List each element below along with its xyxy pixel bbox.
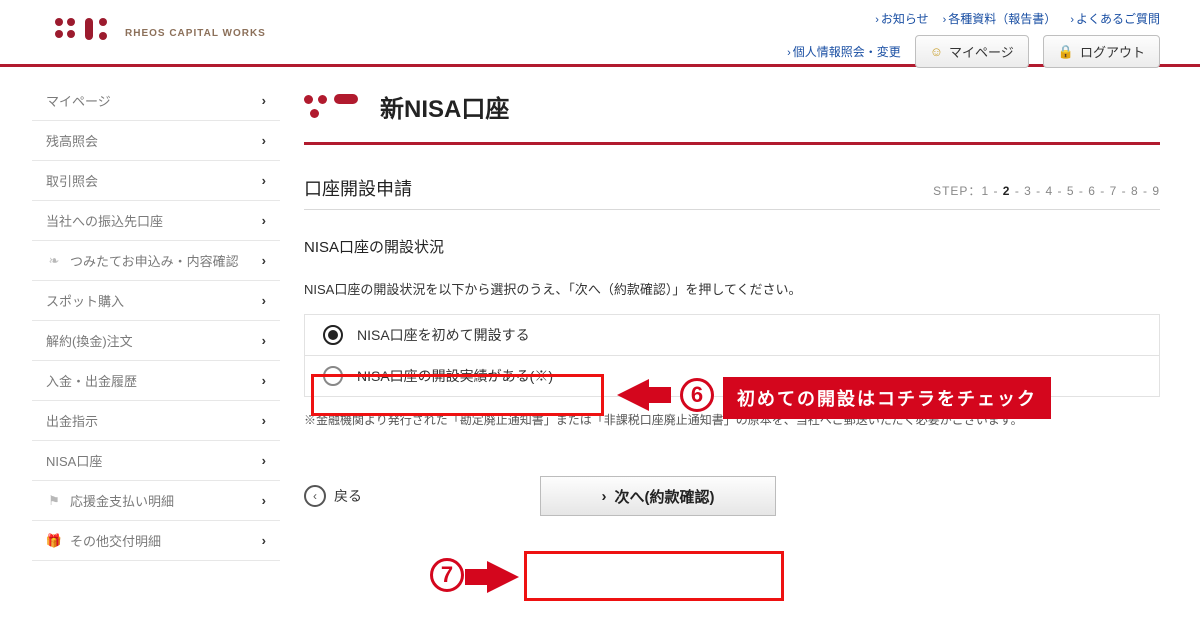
chevron-right-icon: › xyxy=(262,533,266,548)
header-links: ›お知らせ ›各種資料（報告書） ›よくあるご質問 ›個人情報照会・変更 ☺ マ… xyxy=(787,10,1160,68)
back-icon: ‹ xyxy=(304,485,326,507)
title-underline xyxy=(304,142,1160,145)
sidebar-item-redemption[interactable]: 解約(換金)注文› xyxy=(32,321,280,361)
section-heading: NISA口座の開設状況 xyxy=(304,236,1160,257)
sidebar-item-nisa[interactable]: NISA口座› xyxy=(32,441,280,481)
title-ornament xyxy=(304,93,360,121)
logout-button[interactable]: 🔒 ログアウト xyxy=(1043,35,1160,68)
sidebar-item-support-payments[interactable]: ⚑応援金支払い明細› xyxy=(32,481,280,521)
sidebar-item-deposit-history[interactable]: 入金・出金履歴› xyxy=(32,361,280,401)
chevron-right-icon: › xyxy=(262,373,266,388)
sprout-icon: ❧ xyxy=(46,253,62,269)
brand-name: RHEOS CAPITAL WORKS xyxy=(125,28,266,39)
sidebar-item-tsumitate[interactable]: ❧つみたてお申込み・内容確認› xyxy=(32,241,280,281)
sidebar-item-other-details[interactable]: 🎁その他交付明細› xyxy=(32,521,280,561)
sidebar-item-mypage[interactable]: マイページ› xyxy=(32,81,280,121)
annotation-highlight-option1 xyxy=(311,374,604,416)
annotation-arrow-6 xyxy=(617,379,649,411)
annotation-highlight-next xyxy=(524,551,784,601)
mypage-button[interactable]: ☺ マイページ xyxy=(915,35,1029,68)
page-title: 新NISA口座 xyxy=(380,89,509,124)
lock-icon: 🔒 xyxy=(1058,44,1074,60)
annotation-label-6: 初めての開設はコチラをチェック xyxy=(723,377,1051,419)
radio-option-first-time[interactable]: NISA口座を初めて開設する xyxy=(305,315,1159,355)
section-lead: NISA口座の開設状況を以下から選択のうえ、「次へ（約款確認）」を押してください… xyxy=(304,279,1160,298)
sidebar: マイページ› 残高照会› 取引照会› 当社への振込先口座› ❧つみたてお申込み・… xyxy=(32,67,280,561)
chevron-right-icon: › xyxy=(262,493,266,508)
link-news[interactable]: ›お知らせ xyxy=(875,10,928,27)
chevron-right-icon: › xyxy=(262,133,266,148)
radio-icon xyxy=(323,325,343,345)
sidebar-item-transactions[interactable]: 取引照会› xyxy=(32,161,280,201)
gift-icon: 🎁 xyxy=(46,533,62,549)
flag-icon: ⚑ xyxy=(46,493,62,509)
user-icon: ☺ xyxy=(930,44,943,59)
form-actions: ‹ 戻る › 次へ(約款確認) xyxy=(304,476,1160,516)
step-indicator: STEP：1 - 2 - 3 - 4 - 5 - 6 - 7 - 8 - 9 xyxy=(933,182,1160,199)
annotation-number-6: 6 xyxy=(680,378,714,412)
chevron-right-icon: › xyxy=(602,488,607,505)
sidebar-item-balance[interactable]: 残高照会› xyxy=(32,121,280,161)
brand-logo: RHEOS CAPITAL WORKS xyxy=(55,18,266,48)
brand-logo-mark xyxy=(55,18,115,48)
chevron-right-icon: › xyxy=(262,253,266,268)
sidebar-item-withdrawal[interactable]: 出金指示› xyxy=(32,401,280,441)
back-button[interactable]: ‹ 戻る xyxy=(304,485,362,507)
header: RHEOS CAPITAL WORKS ›お知らせ ›各種資料（報告書） ›よく… xyxy=(0,0,1200,64)
link-documents[interactable]: ›各種資料（報告書） xyxy=(943,10,1057,27)
link-personal-info[interactable]: ›個人情報照会・変更 xyxy=(787,43,901,60)
annotation-arrow-7 xyxy=(487,561,519,593)
chevron-right-icon: › xyxy=(262,293,266,308)
radio-label: NISA口座を初めて開設する xyxy=(357,325,530,345)
link-faq[interactable]: ›よくあるご質問 xyxy=(1070,10,1160,27)
main-content: 新NISA口座 口座開設申請 STEP：1 - 2 - 3 - 4 - 5 - … xyxy=(280,67,1160,561)
next-button[interactable]: › 次へ(約款確認) xyxy=(540,476,776,516)
chevron-right-icon: › xyxy=(262,93,266,108)
chevron-right-icon: › xyxy=(262,453,266,468)
section-subtitle: 口座開設申請 xyxy=(304,175,412,201)
chevron-right-icon: › xyxy=(262,213,266,228)
chevron-right-icon: › xyxy=(262,333,266,348)
chevron-right-icon: › xyxy=(262,413,266,428)
sidebar-item-spot-buy[interactable]: スポット購入› xyxy=(32,281,280,321)
annotation-number-7: 7 xyxy=(430,558,464,592)
sidebar-item-transfer-account[interactable]: 当社への振込先口座› xyxy=(32,201,280,241)
chevron-right-icon: › xyxy=(262,173,266,188)
